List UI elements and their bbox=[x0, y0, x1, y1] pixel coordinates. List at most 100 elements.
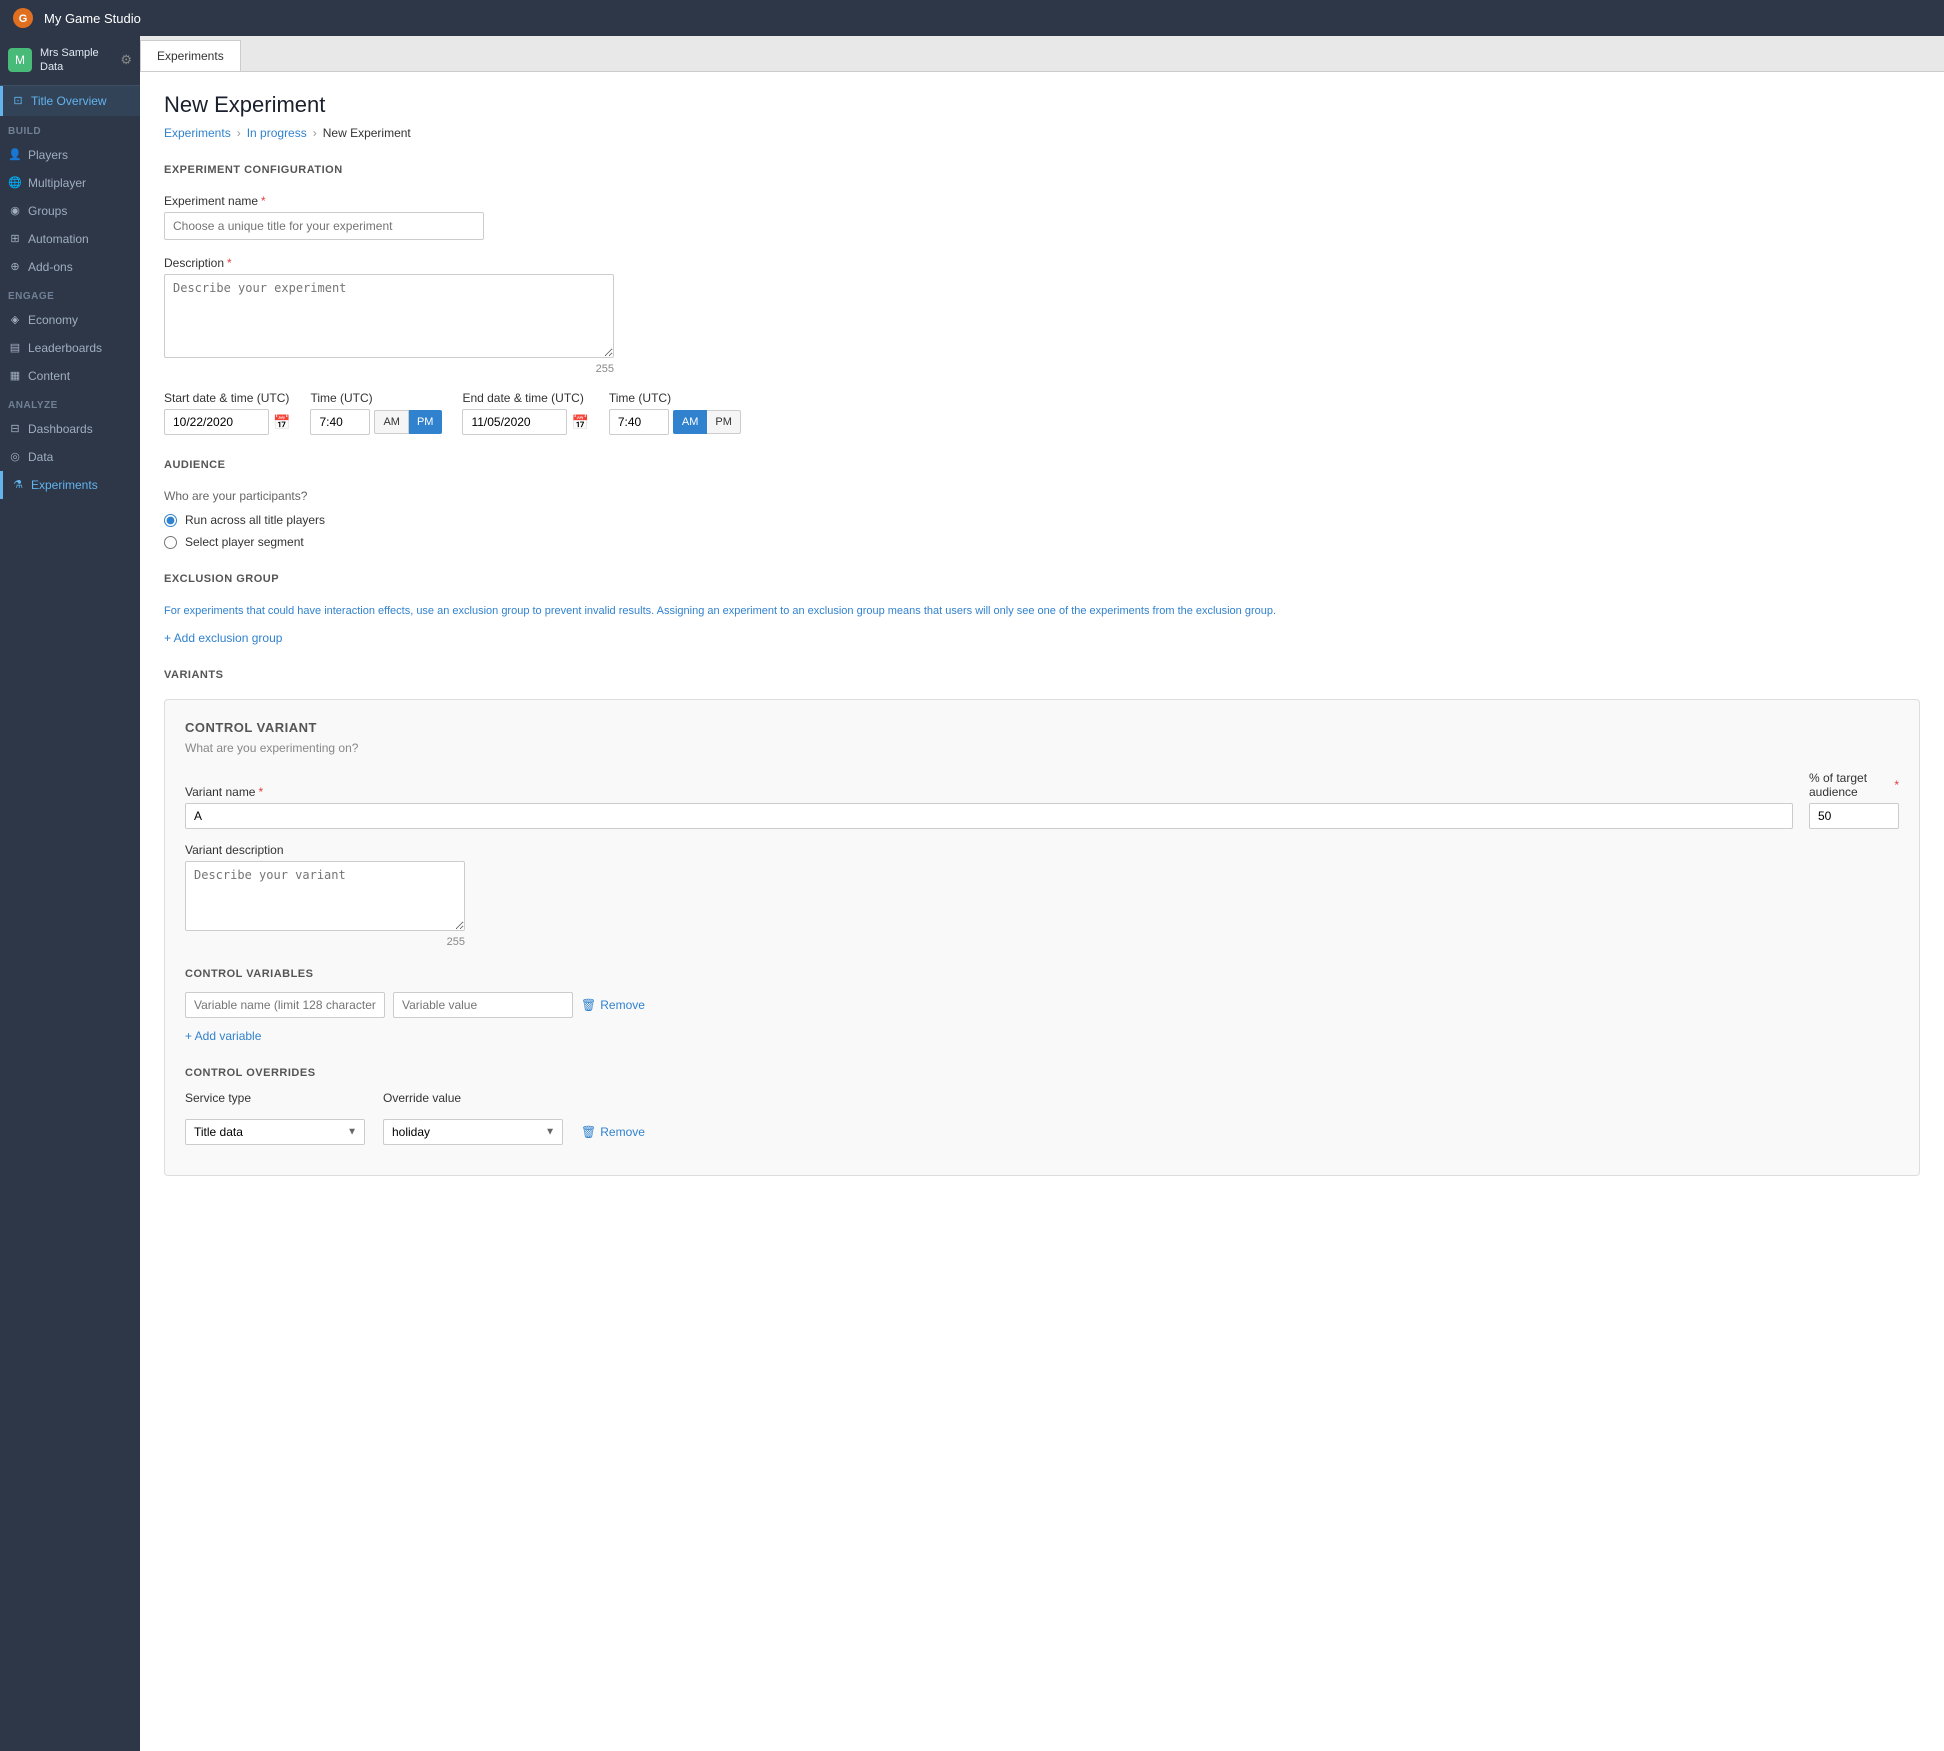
start-pm-button[interactable]: PM bbox=[409, 410, 443, 434]
description-label: Description * bbox=[164, 256, 1920, 270]
end-pm-button[interactable]: PM bbox=[707, 410, 741, 434]
brand-name: Mrs Sample Data bbox=[40, 46, 99, 75]
sidebar-item-multiplayer[interactable]: Multiplayer bbox=[0, 169, 140, 197]
date-time-row: Start date & time (UTC) 📅 Time (UTC) AM bbox=[164, 391, 1920, 435]
experiment-name-input[interactable] bbox=[164, 212, 484, 240]
sidebar-item-title-overview[interactable]: Title Overview bbox=[0, 86, 140, 116]
sidebar-brand: M Mrs Sample Data ⚙ bbox=[0, 36, 140, 86]
description-textarea[interactable] bbox=[164, 274, 614, 358]
end-time-group: Time (UTC) AM PM bbox=[609, 391, 741, 435]
variant-desc-label: Variant description bbox=[185, 843, 1899, 857]
variant-pct-group: % of target audience * bbox=[1809, 771, 1899, 829]
sidebar-item-automation[interactable]: Automation bbox=[0, 225, 140, 253]
sidebar-item-leaderboards[interactable]: Leaderboards bbox=[0, 334, 140, 362]
sidebar: M Mrs Sample Data ⚙ Title Overview BUILD… bbox=[0, 36, 140, 1751]
end-time-label: Time (UTC) bbox=[609, 391, 741, 405]
sidebar-item-content[interactable]: Content bbox=[0, 362, 140, 390]
breadcrumb-experiments[interactable]: Experiments bbox=[164, 126, 231, 140]
game-logo-icon: G bbox=[12, 7, 34, 29]
sidebar-item-experiments[interactable]: Experiments bbox=[0, 471, 140, 499]
variant-pct-input[interactable] bbox=[1809, 803, 1899, 829]
experiment-config-header: EXPERIMENT CONFIGURATION bbox=[164, 164, 1920, 180]
breadcrumb-current: New Experiment bbox=[323, 126, 411, 140]
control-variant-title: CONTROL VARIANT bbox=[185, 720, 1899, 735]
add-variable-button[interactable]: + Add variable bbox=[185, 1029, 261, 1043]
variant-desc-char-count: 255 bbox=[185, 936, 465, 948]
sidebar-item-groups[interactable]: Groups bbox=[0, 197, 140, 225]
groups-icon bbox=[8, 204, 22, 218]
multiplayer-icon bbox=[8, 176, 22, 190]
breadcrumb-in-progress[interactable]: In progress bbox=[247, 126, 307, 140]
sidebar-item-data[interactable]: Data bbox=[0, 443, 140, 471]
start-calendar-icon[interactable]: 📅 bbox=[273, 414, 290, 431]
overrides-inputs-row: Title data Economy Remote Config ▼ holid… bbox=[185, 1119, 1899, 1145]
page-title: New Experiment bbox=[164, 92, 1920, 118]
automation-icon bbox=[8, 232, 22, 246]
variant-name-input[interactable] bbox=[185, 803, 1793, 829]
tab-experiments[interactable]: Experiments bbox=[140, 40, 241, 71]
variable-value-input[interactable] bbox=[393, 992, 573, 1018]
radio-all-players[interactable]: Run across all title players bbox=[164, 513, 1920, 527]
audience-header: AUDIENCE bbox=[164, 459, 1920, 475]
audience-question: Who are your participants? bbox=[164, 489, 1920, 503]
control-overrides-title: CONTROL OVERRIDES bbox=[185, 1067, 1899, 1079]
trash-icon-override: 🗑 bbox=[581, 1125, 596, 1139]
settings-icon[interactable]: ⚙ bbox=[120, 52, 132, 68]
sidebar-item-economy[interactable]: Economy bbox=[0, 306, 140, 334]
title-overview-icon bbox=[11, 94, 25, 108]
start-date-group: Start date & time (UTC) 📅 bbox=[164, 391, 290, 435]
exclusion-desc: For experiments that could have interact… bbox=[164, 603, 1920, 620]
service-type-label: Service type bbox=[185, 1091, 365, 1105]
sidebar-item-players[interactable]: Players bbox=[0, 141, 140, 169]
override-value-select[interactable]: holiday event default bbox=[383, 1119, 563, 1145]
svg-text:G: G bbox=[19, 13, 28, 25]
sidebar-section-build: BUILD bbox=[0, 116, 140, 141]
experiment-config-section: EXPERIMENT CONFIGURATION Experiment name… bbox=[164, 164, 1920, 435]
start-time-group: Time (UTC) AM PM bbox=[310, 391, 442, 435]
breadcrumb-sep-1: › bbox=[237, 126, 241, 140]
end-ampm-group: AM PM bbox=[673, 410, 741, 434]
players-icon bbox=[8, 148, 22, 162]
breadcrumb: Experiments › In progress › New Experime… bbox=[164, 126, 1920, 140]
start-time-input[interactable] bbox=[310, 409, 370, 435]
start-date-input[interactable] bbox=[164, 409, 269, 435]
addons-icon bbox=[8, 260, 22, 274]
sidebar-section-analyze: ANALYZE bbox=[0, 390, 140, 415]
content-icon bbox=[8, 369, 22, 383]
experiments-icon bbox=[11, 478, 25, 492]
economy-icon bbox=[8, 313, 22, 327]
end-date-input[interactable] bbox=[462, 409, 567, 435]
end-date-group: End date & time (UTC) 📅 bbox=[462, 391, 588, 435]
end-am-button[interactable]: AM bbox=[673, 410, 708, 434]
topbar: G My Game Studio bbox=[0, 0, 1944, 36]
experiment-name-label: Experiment name * bbox=[164, 194, 1920, 208]
add-exclusion-group-button[interactable]: + Add exclusion group bbox=[164, 631, 282, 645]
tabbar: Experiments bbox=[140, 36, 1944, 72]
variants-header: VARIANTS bbox=[164, 669, 1920, 685]
remove-override-button[interactable]: 🗑 Remove bbox=[581, 1125, 645, 1139]
radio-select-segment[interactable]: Select player segment bbox=[164, 535, 1920, 549]
start-ampm-group: AM PM bbox=[374, 410, 442, 434]
service-type-select[interactable]: Title data Economy Remote Config bbox=[185, 1119, 365, 1145]
variant-pct-label: % of target audience * bbox=[1809, 771, 1899, 799]
variant-desc-group: Variant description 255 bbox=[185, 843, 1899, 948]
control-variant-box: CONTROL VARIANT What are you experimenti… bbox=[164, 699, 1920, 1176]
end-calendar-icon[interactable]: 📅 bbox=[571, 414, 588, 431]
start-time-label: Time (UTC) bbox=[310, 391, 442, 405]
end-time-input[interactable] bbox=[609, 409, 669, 435]
variables-row: 🗑 Remove bbox=[185, 992, 1899, 1018]
variable-name-input[interactable] bbox=[185, 992, 385, 1018]
variants-section: VARIANTS CONTROL VARIANT What are you ex… bbox=[164, 669, 1920, 1176]
remove-variable-button[interactable]: 🗑 Remove bbox=[581, 998, 645, 1012]
required-star-pct: * bbox=[1894, 778, 1899, 792]
start-am-button[interactable]: AM bbox=[374, 410, 409, 434]
sidebar-section-engage: ENGAGE bbox=[0, 281, 140, 306]
description-group: Description * 255 bbox=[164, 256, 1920, 375]
sidebar-item-addons[interactable]: Add-ons bbox=[0, 253, 140, 281]
data-icon bbox=[8, 450, 22, 464]
required-star-variant-name: * bbox=[258, 785, 263, 799]
content-area: New Experiment Experiments › In progress… bbox=[140, 72, 1944, 1751]
variant-desc-textarea[interactable] bbox=[185, 861, 465, 931]
overrides-labels-row: Service type Override value bbox=[185, 1091, 1899, 1109]
sidebar-item-dashboards[interactable]: Dashboards bbox=[0, 415, 140, 443]
